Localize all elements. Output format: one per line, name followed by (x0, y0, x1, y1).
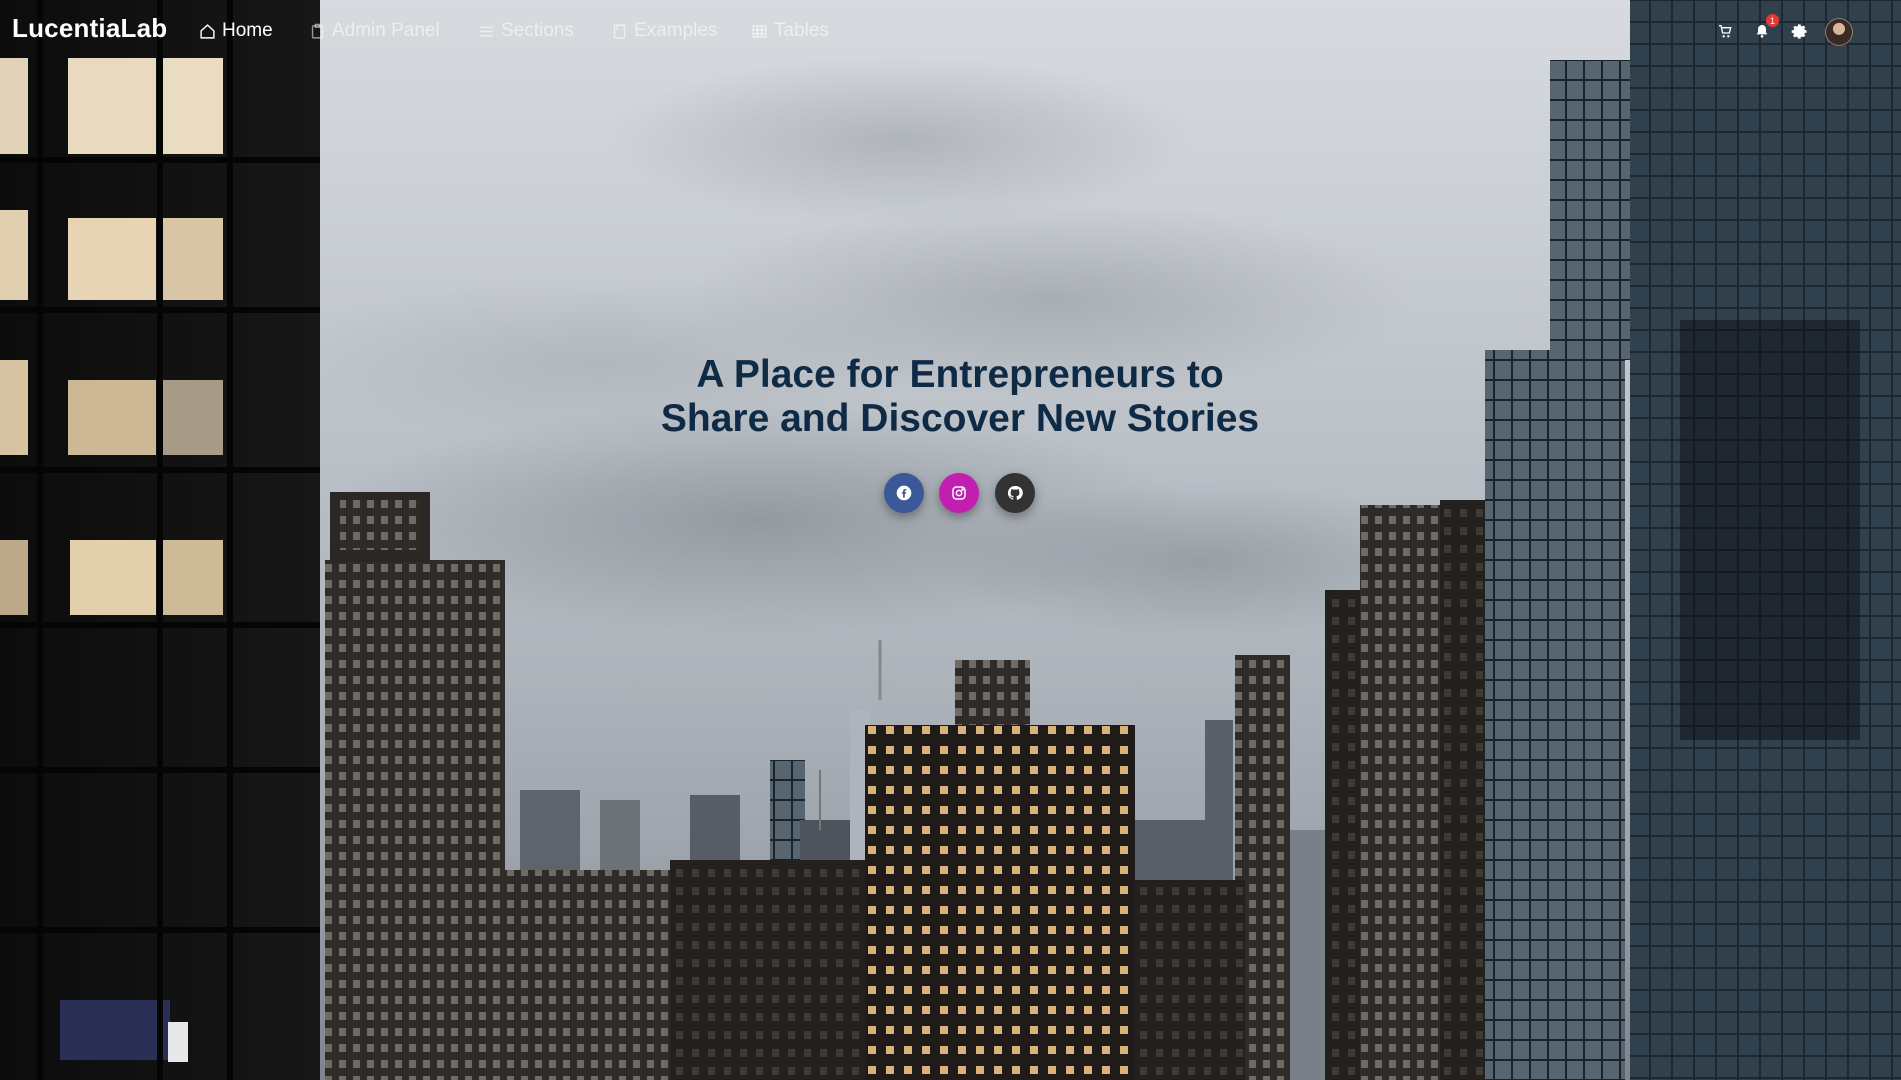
user-avatar[interactable] (1825, 18, 1853, 46)
nav-item-label: Home (222, 20, 273, 41)
nav-item-sections[interactable]: Sections (478, 19, 574, 43)
github-icon (1007, 485, 1023, 500)
nav-item-label: Sections (501, 20, 574, 41)
hero-title: A Place for Entrepreneurs to Share and D… (560, 353, 1360, 441)
nav-item-home[interactable]: Home (199, 19, 273, 43)
city-skyline (0, 0, 1901, 1080)
table-icon (752, 24, 767, 38)
settings-button[interactable] (1788, 20, 1810, 42)
nav-item-admin-panel[interactable]: Admin Panel (309, 19, 440, 43)
hero-title-line-2: Share and Discover New Stories (660, 397, 1260, 440)
nav-item-label: Admin Panel (332, 20, 440, 41)
github-button[interactable] (995, 473, 1035, 513)
nav-item-label: Examples (634, 20, 718, 41)
facebook-button[interactable] (884, 473, 924, 513)
cart-icon (1719, 25, 1732, 38)
nav-item-label: Tables (774, 20, 829, 41)
instagram-icon (952, 486, 966, 500)
top-navbar: LucentiaLab Home Admin Panel Sections Ex… (0, 0, 1901, 62)
notifications-button[interactable]: 1 (1751, 14, 1779, 42)
list-icon (480, 26, 493, 36)
cart-button[interactable] (1714, 20, 1736, 42)
document-icon (613, 23, 626, 39)
hero-background (0, 0, 1901, 1080)
home-icon (200, 23, 215, 39)
clipboard-icon (311, 23, 324, 39)
facebook-icon (896, 485, 912, 501)
instagram-button[interactable] (939, 473, 979, 513)
nav-item-tables[interactable]: Tables (751, 19, 829, 43)
gear-icon (1791, 23, 1807, 39)
hero-title-line-1: A Place for Entrepreneurs to (696, 353, 1224, 396)
brand-logo[interactable]: LucentiaLab (12, 13, 167, 44)
nav-item-examples[interactable]: Examples (611, 19, 717, 43)
notification-badge: 1 (1766, 14, 1779, 27)
